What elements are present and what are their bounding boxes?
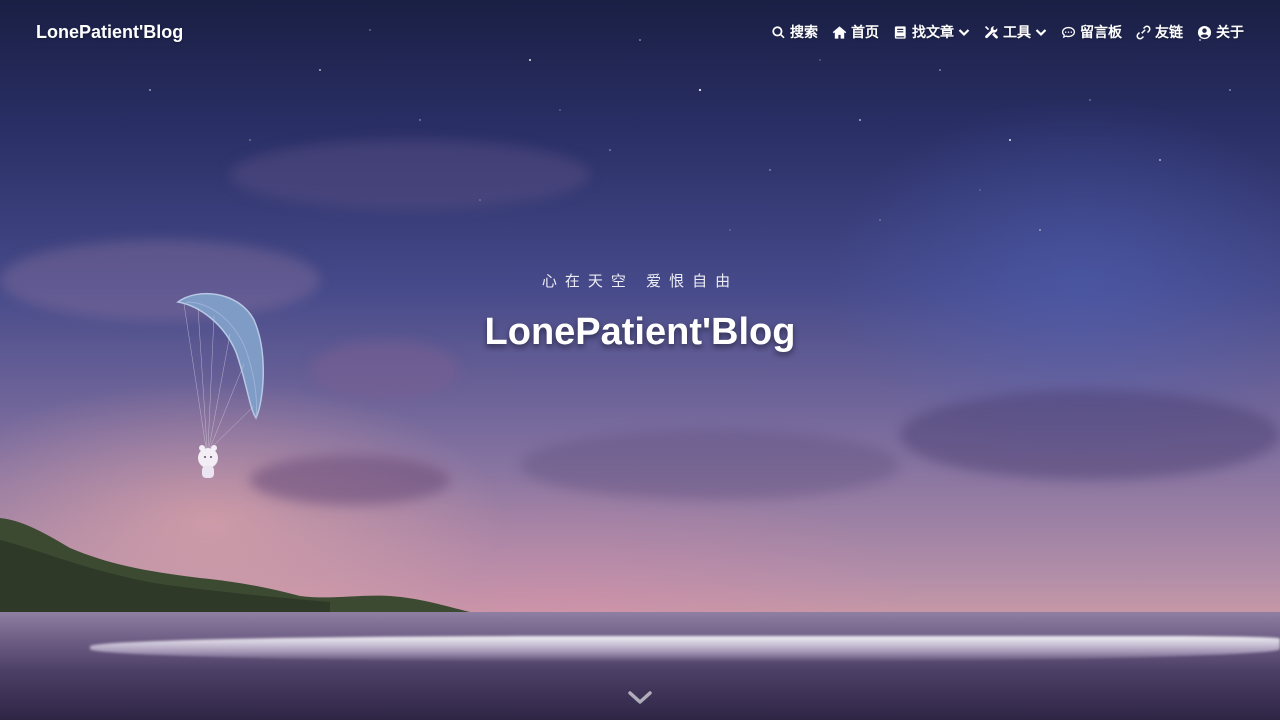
hero-subtitle: 心在天空 爱恨自由 [541, 273, 739, 290]
nav-item-label: 找文章 [912, 24, 954, 40]
nav-item-articles[interactable]: 找文章 [893, 22, 970, 42]
hero-title: LonePatient'Blog [484, 311, 796, 353]
chevron-down-icon [958, 29, 970, 37]
nav-item-label: 工具 [1003, 24, 1031, 40]
cloud [230, 140, 590, 210]
book-icon [894, 25, 906, 39]
nav-item-friend-links[interactable]: 友链 [1136, 22, 1183, 42]
ocean-wave [90, 636, 1280, 662]
link-icon [1136, 24, 1151, 40]
coastal-hill [0, 518, 470, 620]
chevron-down-icon [1035, 29, 1047, 37]
nav-item-label: 友链 [1155, 24, 1183, 40]
cloud [520, 430, 900, 500]
hero-text: 心在天空 爱恨自由 LonePatient'Blog [0, 270, 1280, 354]
home-icon [832, 25, 847, 39]
nav-item-label: 关于 [1216, 24, 1244, 40]
nav-item-home[interactable]: 首页 [832, 22, 879, 42]
nav-item-about[interactable]: 关于 [1197, 22, 1244, 42]
nav-item-label: 首页 [851, 24, 879, 40]
cloud [250, 455, 450, 505]
nav-item-tools[interactable]: 工具 [984, 22, 1047, 42]
hero-banner: LonePatient'Blog 搜索 首页 找文章 工具 留言板 友链 关于 … [0, 0, 1280, 720]
tools-icon [984, 25, 998, 39]
nav-item-guestbook[interactable]: 留言板 [1061, 22, 1122, 42]
top-navbar: LonePatient'Blog 搜索 首页 找文章 工具 留言板 友链 关于 [0, 0, 1280, 64]
user-circle-icon [1197, 25, 1212, 39]
search-icon [772, 25, 785, 38]
nav-item-search[interactable]: 搜索 [771, 22, 818, 42]
site-logo[interactable]: LonePatient'Blog [36, 22, 183, 43]
nav-menu: 搜索 首页 找文章 工具 留言板 友链 关于 [771, 22, 1244, 42]
chevron-down-icon[interactable] [628, 688, 652, 708]
cloud [900, 390, 1280, 480]
comment-icon [1061, 26, 1076, 38]
nav-item-label: 搜索 [790, 24, 818, 40]
nav-item-label: 留言板 [1080, 24, 1122, 40]
